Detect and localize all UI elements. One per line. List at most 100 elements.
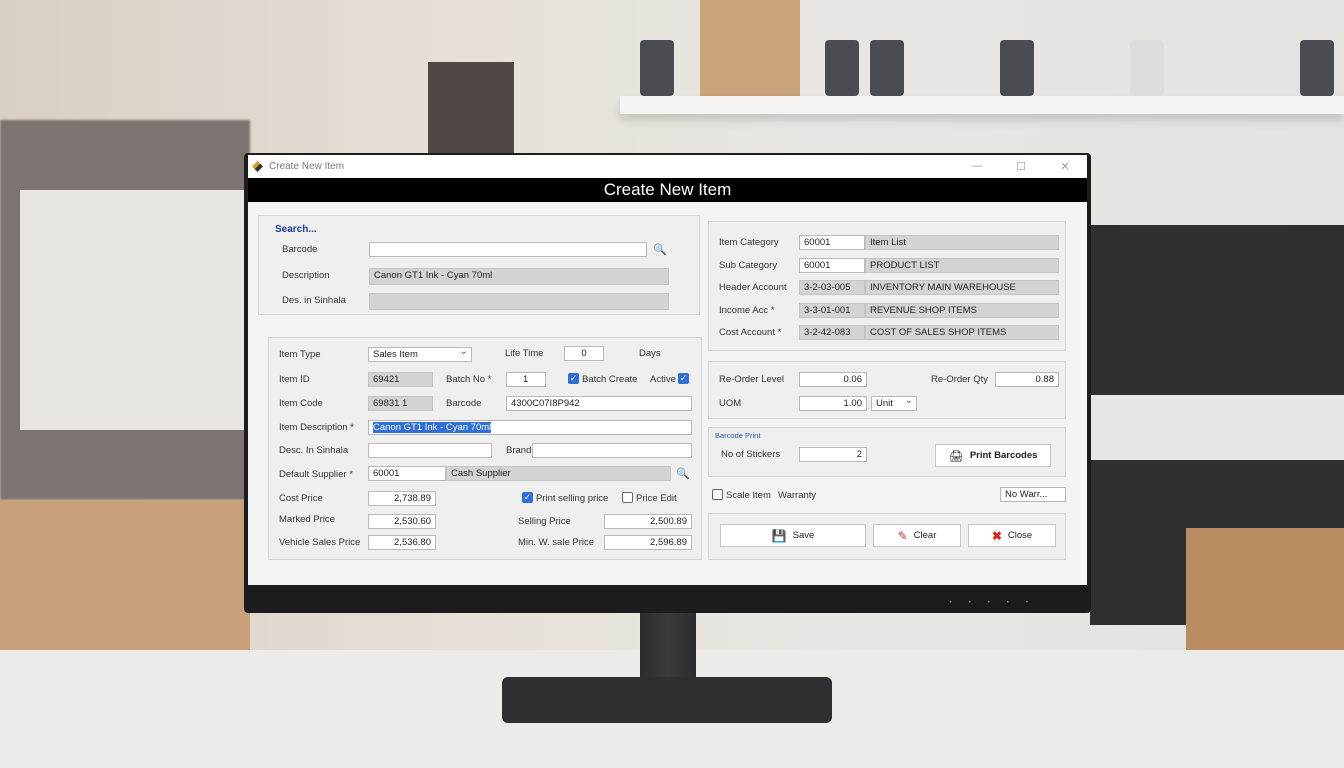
- warranty-input[interactable]: No Warr...: [1000, 487, 1066, 502]
- marked-price-input[interactable]: 2,530.60: [368, 514, 436, 529]
- cardboard-box: [0, 500, 250, 650]
- ink-bottle: [870, 40, 904, 96]
- ink-bottle: [1130, 40, 1164, 96]
- income-acc-label: Income Acc *: [719, 305, 775, 316]
- supplier-search-icon[interactable]: 🔍: [675, 466, 691, 482]
- ink-bottle: [640, 40, 674, 96]
- income-acc-name: REVENUE SHOP ITEMS: [865, 303, 1059, 318]
- uom-input[interactable]: 1.00: [799, 396, 867, 411]
- reorder-level-input[interactable]: 0.06: [799, 372, 867, 387]
- background-desk: [1090, 395, 1344, 460]
- cost-price-input[interactable]: 2,738.89: [368, 491, 436, 506]
- no-of-stickers-input[interactable]: 2: [799, 447, 867, 462]
- clear-button[interactable]: ✎ Clear: [873, 524, 961, 547]
- barcode-print-panel: Barcode Print No of Stickers 2 🖨 Print B…: [708, 427, 1066, 477]
- warranty-label: Warranty: [778, 490, 817, 501]
- uom-label: UOM: [719, 398, 742, 409]
- item-category-code[interactable]: 60001: [799, 235, 865, 250]
- scale-item-checkbox[interactable]: [712, 489, 723, 500]
- active-checkbox[interactable]: ✓: [678, 373, 689, 384]
- description-search-input[interactable]: Canon GT1 Ink - Cyan 70ml: [369, 268, 669, 285]
- sub-category-label: Sub Category: [719, 260, 778, 271]
- close-x-icon: ✖: [991, 528, 1002, 543]
- batch-no-input[interactable]: 1: [506, 372, 546, 387]
- marked-price-label: Marked Price: [279, 514, 335, 525]
- ink-bottle: [825, 40, 859, 96]
- days-label: Days: [639, 348, 661, 359]
- print-barcodes-button[interactable]: 🖨 Print Barcodes: [935, 444, 1051, 467]
- vehicle-sales-price-input[interactable]: 2,536.80: [368, 535, 436, 550]
- item-barcode-label: Barcode: [446, 398, 482, 409]
- item-category-name: Item List: [865, 235, 1059, 250]
- price-edit-label: Price Edit: [636, 493, 677, 504]
- header-account-name: INVENTORY MAIN WAREHOUSE: [865, 280, 1059, 295]
- search-icon[interactable]: 🔍: [652, 242, 668, 258]
- print-selling-price-checkbox[interactable]: ✓: [522, 492, 533, 503]
- reorder-level-label: Re-Order Level: [719, 374, 784, 385]
- action-panel: 💾 Save ✎ Clear ✖ Close: [708, 513, 1066, 560]
- close-button[interactable]: ✖ Close: [968, 524, 1056, 547]
- barcode-search-input[interactable]: [369, 242, 647, 257]
- maximize-icon[interactable]: ☐: [999, 160, 1043, 173]
- reorder-qty-label: Re-Order Qty: [931, 374, 989, 385]
- background-printer: [20, 190, 250, 430]
- active-label: Active: [650, 374, 676, 385]
- item-code-label: Item Code: [279, 398, 323, 409]
- cost-account-code[interactable]: 3-2-42-083: [799, 325, 865, 340]
- item-type-label: Item Type: [279, 349, 321, 360]
- close-icon[interactable]: ✕: [1043, 160, 1087, 173]
- close-label: Close: [1007, 530, 1033, 541]
- form-heading: Create New Item: [248, 178, 1087, 202]
- sub-category-name: PRODUCT LIST: [865, 258, 1059, 273]
- default-supplier-label: Default Supplier *: [279, 469, 353, 480]
- ink-bottle: [1300, 40, 1334, 96]
- life-time-input[interactable]: 0: [564, 346, 604, 361]
- monitor-buttons: •••••: [949, 600, 1045, 606]
- clear-label: Clear: [913, 530, 937, 541]
- header-account-code[interactable]: 3-2-03-005: [799, 280, 865, 295]
- reorder-panel: Re-Order Level 0.06 Re-Order Qty 0.88 UO…: [708, 361, 1066, 419]
- batch-create-label: Batch Create: [582, 374, 638, 385]
- price-edit-checkbox[interactable]: [622, 492, 633, 503]
- brand-label: Brand: [506, 445, 532, 456]
- sinhala-search-input[interactable]: [369, 293, 669, 310]
- desc-sinhala-label: Desc. In Sinhala: [279, 445, 349, 456]
- window-title: Create New Item: [269, 161, 345, 172]
- item-type-select[interactable]: Sales Item: [368, 347, 472, 362]
- batch-create-checkbox[interactable]: ✓: [568, 373, 579, 384]
- description-search-label: Description: [282, 270, 330, 281]
- eraser-icon: ✎: [897, 528, 908, 543]
- item-code-value: 69831 1: [368, 396, 433, 411]
- cardboard-box: [700, 0, 800, 96]
- item-description-input[interactable]: Canon GT1 Ink - Cyan 70ml: [368, 420, 692, 435]
- batch-no-value: 1: [523, 374, 529, 385]
- reorder-qty-input[interactable]: 0.88: [995, 372, 1059, 387]
- brand-input[interactable]: [532, 443, 692, 458]
- desc-sinhala-input[interactable]: [368, 443, 492, 458]
- minimize-icon[interactable]: —: [955, 160, 999, 173]
- wall-shelf: [620, 96, 1344, 114]
- default-supplier-code[interactable]: 60001: [368, 466, 446, 481]
- account-panel: Item Category 60001 Item List Sub Catego…: [708, 221, 1066, 351]
- search-panel: Search... Barcode 🔍 Description Canon GT…: [258, 215, 700, 315]
- item-id-label: Item ID: [279, 374, 310, 385]
- background-printer: [428, 62, 514, 154]
- scale-item-label: Scale Item: [726, 490, 771, 501]
- monitor-stand-base: [502, 677, 832, 723]
- save-button[interactable]: 💾 Save: [720, 524, 866, 547]
- income-acc-code[interactable]: 3-3-01-001: [799, 303, 865, 318]
- barcode-search-label: Barcode: [282, 244, 318, 255]
- barcode-print-heading: Barcode Print: [715, 431, 761, 440]
- item-description-label: Item Description *: [279, 422, 354, 433]
- selling-price-input[interactable]: 2,500.89: [604, 514, 692, 529]
- item-description-value: Canon GT1 Ink - Cyan 70ml: [373, 422, 492, 433]
- batch-no-label: Batch No *: [446, 374, 492, 385]
- min-ws-price-input[interactable]: 2,596.89: [604, 535, 692, 550]
- uom-unit-select[interactable]: Unit: [871, 396, 917, 411]
- cost-price-label: Cost Price: [279, 493, 323, 504]
- item-barcode-input[interactable]: 4300C07I8P942: [506, 396, 692, 411]
- sub-category-code[interactable]: 60001: [799, 258, 865, 273]
- ink-bottle: [1000, 40, 1034, 96]
- item-id-value: 69421: [368, 372, 433, 387]
- min-ws-price-label: Min. W. sale Price: [518, 537, 595, 548]
